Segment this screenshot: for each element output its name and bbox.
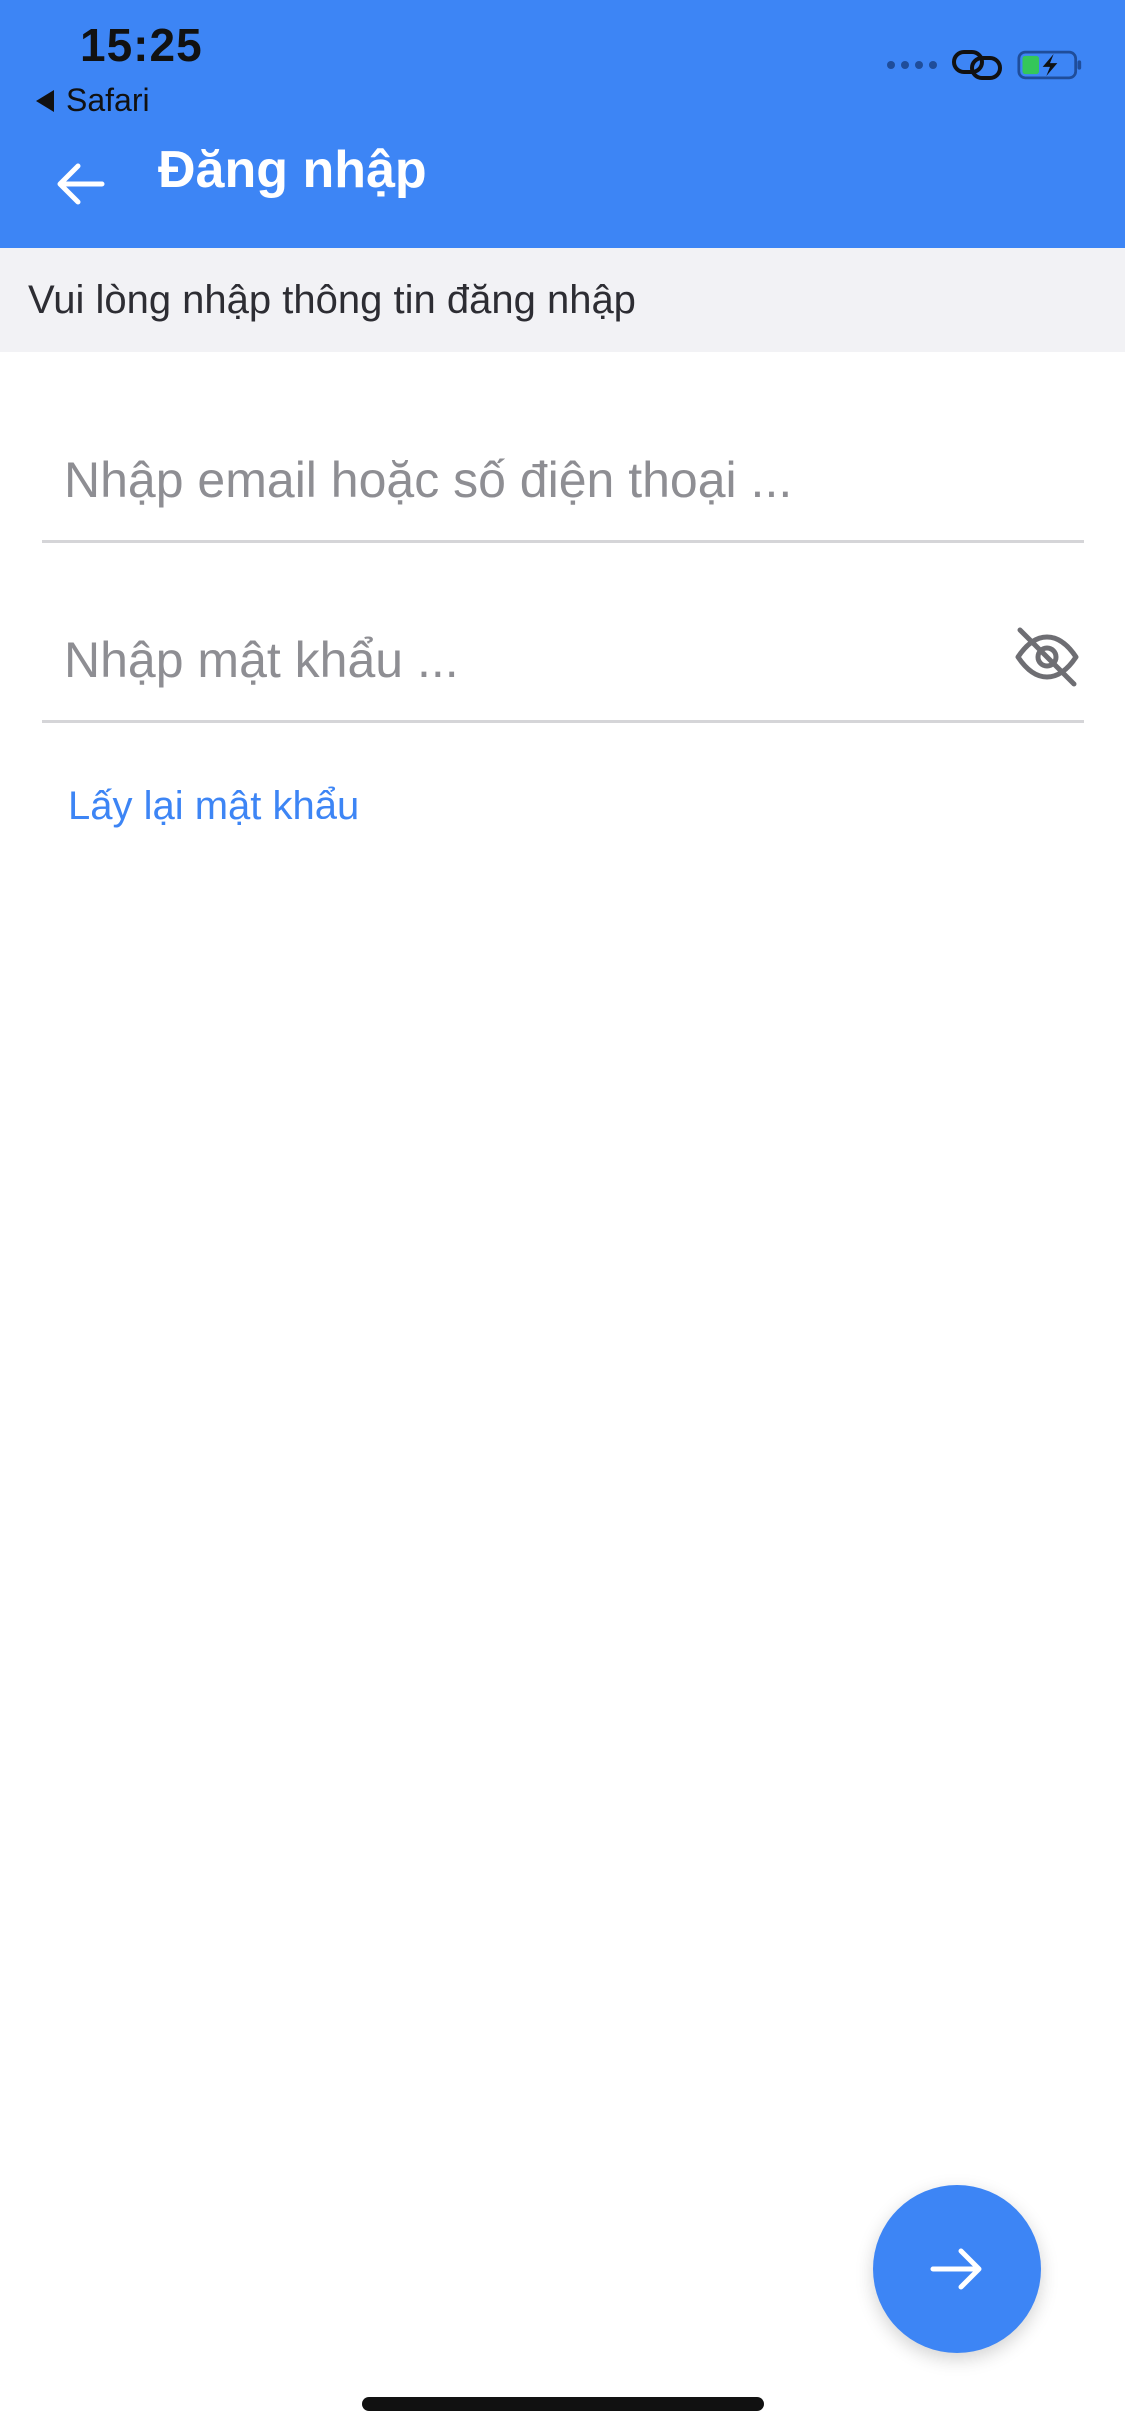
submit-button[interactable] bbox=[873, 2185, 1041, 2353]
home-indicator bbox=[362, 2397, 764, 2411]
battery-charging-icon bbox=[1017, 50, 1082, 80]
forgot-password-link[interactable]: Lấy lại mật khẩu bbox=[68, 784, 359, 829]
triangle-left-icon bbox=[36, 89, 54, 112]
eye-off-icon bbox=[1015, 627, 1079, 687]
status-back-to-app[interactable]: Safari bbox=[36, 82, 150, 119]
sub-header: Vui lòng nhập thông tin đăng nhập bbox=[0, 248, 1125, 352]
status-time: 15:25 bbox=[80, 19, 203, 71]
status-back-label: Safari bbox=[66, 82, 150, 118]
password-visibility-toggle[interactable] bbox=[1010, 620, 1084, 694]
signal-dots-icon bbox=[887, 61, 937, 69]
login-screen: 15:25 Safari Đăng nhập Vui lòng nhập thô… bbox=[0, 0, 1125, 2436]
sub-header-text: Vui lòng nhập thông tin đăng nhập bbox=[28, 277, 636, 322]
arrow-right-icon bbox=[930, 2248, 982, 2290]
link-icon bbox=[952, 50, 1002, 80]
back-button[interactable] bbox=[40, 144, 120, 224]
page-title: Đăng nhập bbox=[158, 141, 427, 199]
header: 15:25 Safari Đăng nhập bbox=[0, 0, 1125, 248]
email-field[interactable] bbox=[64, 420, 1004, 540]
app-bar: Đăng nhập bbox=[0, 120, 1125, 248]
password-field-container bbox=[42, 600, 1084, 723]
email-field-container bbox=[42, 420, 1084, 543]
arrow-left-icon bbox=[57, 163, 105, 205]
status-indicators bbox=[887, 48, 1083, 82]
password-field[interactable] bbox=[64, 600, 1004, 720]
